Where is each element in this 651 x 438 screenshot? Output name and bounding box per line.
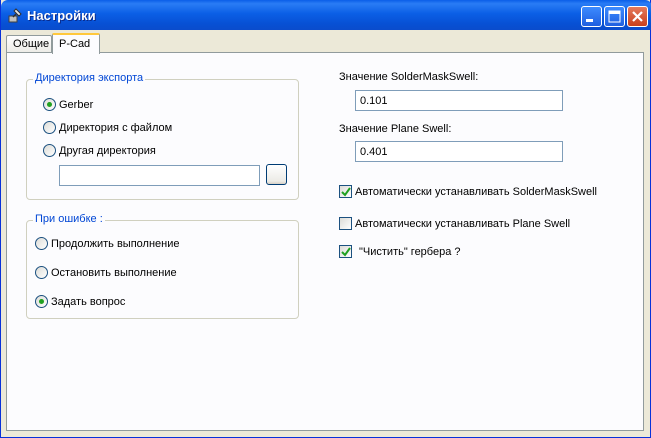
close-icon <box>632 11 643 22</box>
auto-soldermask-checkbox[interactable] <box>339 185 352 198</box>
auto-soldermask-label: Автоматически устанавливать SolderMaskSw… <box>355 186 597 198</box>
soldermask-swell-input[interactable] <box>355 90 563 111</box>
plane-swell-input[interactable] <box>355 141 563 162</box>
minimize-button[interactable] <box>581 6 602 27</box>
radio-file-directory-label: Директория с файлом <box>59 122 173 134</box>
radio-button[interactable] <box>43 121 56 134</box>
settings-window: Настройки Общие P-Cad Директория экспорт… <box>0 0 651 438</box>
radio-other-directory-label: Другая директория <box>59 145 156 157</box>
soldermask-swell-label: Значение SolderMaskSwell: <box>339 71 479 83</box>
auto-plane-swell-label: Автоматически устанавливать Plane Swell <box>355 218 571 230</box>
clean-gerbers-checkbox[interactable] <box>339 245 352 258</box>
checkmark-icon <box>341 247 351 257</box>
radio-button[interactable] <box>35 266 48 279</box>
tab-panel-pcad: Директория экспорта Gerber Директория с … <box>6 52 644 431</box>
browse-directory-button[interactable] <box>266 164 287 185</box>
auto-plane-swell-checkbox[interactable] <box>339 217 352 230</box>
clean-gerbers-label: "Чистить" гербера ? <box>359 246 461 258</box>
directory-path-input[interactable] <box>59 165 260 186</box>
maximize-button[interactable] <box>604 6 625 27</box>
radio-button[interactable] <box>43 144 56 157</box>
app-icon <box>7 7 23 23</box>
radio-selected-dot <box>39 299 44 304</box>
tab-general[interactable]: Общие <box>6 35 52 53</box>
radio-gerber-label: Gerber <box>59 99 94 111</box>
title-bar[interactable]: Настройки <box>1 0 651 30</box>
on-error-group: При ошибке : Продолжить выполнение Остан… <box>26 213 299 319</box>
maximize-icon <box>608 10 621 23</box>
on-error-legend: При ошибке : <box>33 213 105 225</box>
radio-stop-label: Остановить выполнение <box>51 267 177 279</box>
plane-swell-label: Значение Plane Swell: <box>339 123 452 135</box>
radio-button[interactable] <box>43 98 56 111</box>
minimize-icon <box>586 19 593 22</box>
export-directory-legend: Директория экспорта <box>33 72 146 84</box>
window-title: Настройки <box>27 8 96 23</box>
tab-pcad[interactable]: P-Cad <box>52 33 100 54</box>
radio-button[interactable] <box>35 295 48 308</box>
radio-ask-label: Задать вопрос <box>51 296 126 308</box>
radio-continue-label: Продолжить выполнение <box>51 238 180 250</box>
checkmark-icon <box>341 187 351 197</box>
close-button[interactable] <box>627 6 648 27</box>
radio-button[interactable] <box>35 237 48 250</box>
radio-selected-dot <box>47 102 52 107</box>
